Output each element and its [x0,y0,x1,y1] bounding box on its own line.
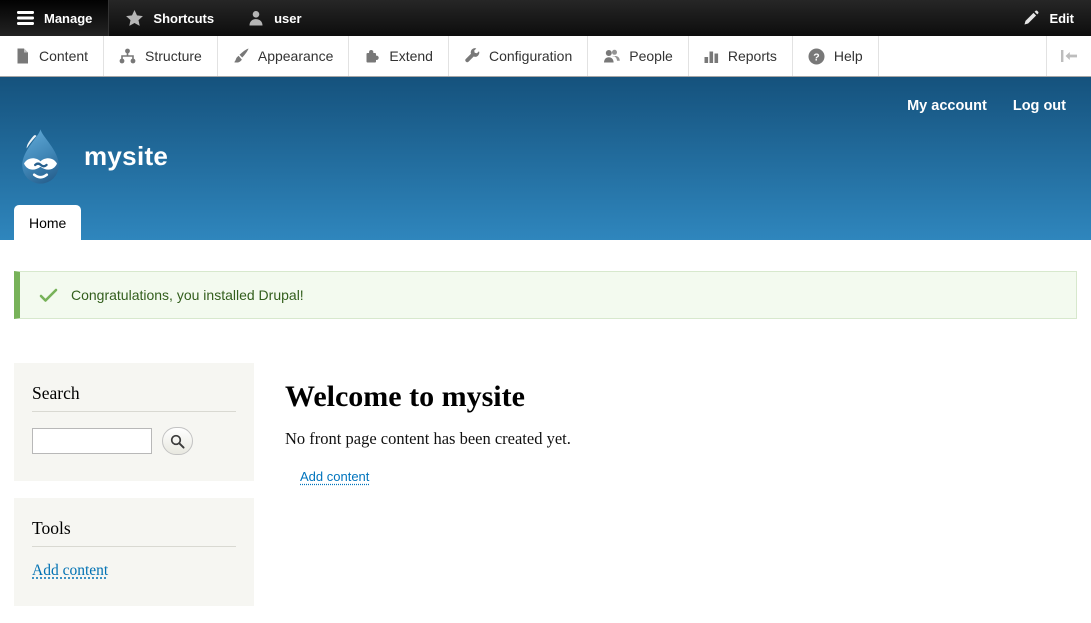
file-icon [15,48,30,64]
hamburger-menu-icon [17,11,34,25]
toolbar-item-label: Content [39,48,88,64]
toolbar-item-structure[interactable]: Structure [104,36,218,76]
toolbar-item-extend[interactable]: Extend [349,36,449,76]
user-tab[interactable]: user [231,0,318,36]
puzzle-icon [364,48,380,64]
search-block-title: Search [32,383,236,412]
toolbar-collapse-button[interactable] [1046,36,1091,76]
search-input[interactable] [32,428,152,454]
tools-add-content-link[interactable]: Add content [32,562,108,580]
toolbar-item-label: Structure [145,48,202,64]
tools-block-title: Tools [32,518,236,547]
search-block: Search [14,363,254,481]
tools-block: Tools Add content [14,498,254,606]
admin-toolbar-tray: Content Structure Appearance Extend Conf… [0,36,1091,77]
admin-toolbar-bar: Manage Shortcuts user Edit [0,0,1091,36]
node-links: Add content [300,468,571,486]
checkmark-icon [39,288,58,303]
my-account-link[interactable]: My account [907,98,987,114]
people-icon [603,48,620,64]
drupal-logo[interactable] [12,128,69,185]
sidebar: Search Tools Add content [14,363,254,623]
main-content: Welcome to mysite No front page content … [285,363,571,486]
edit-button[interactable]: Edit [1006,0,1091,36]
paintbrush-icon [233,48,249,64]
toolbar-item-reports[interactable]: Reports [689,36,793,76]
toolbar-item-configuration[interactable]: Configuration [449,36,588,76]
manage-tab[interactable]: Manage [0,0,109,36]
edit-label: Edit [1049,11,1074,26]
empty-frontpage-text: No front page content has been created y… [285,429,571,449]
wrench-icon [464,48,480,64]
user-label: user [274,11,301,26]
toolbar-spacer [879,36,1046,76]
sitemap-icon [119,48,136,64]
user-icon [248,10,264,26]
log-out-link[interactable]: Log out [1013,98,1066,114]
shortcuts-label: Shortcuts [153,11,214,26]
site-name[interactable]: mysite [84,141,168,172]
site-header: My account Log out mysite Home [0,77,1091,240]
toolbar-item-label: Reports [728,48,777,64]
status-message-text: Congratulations, you installed Drupal! [71,287,304,303]
home-tab[interactable]: Home [14,205,81,240]
toolbar-item-people[interactable]: People [588,36,689,76]
star-icon [126,10,143,26]
search-button[interactable] [162,427,193,455]
toolbar-item-label: Help [834,48,863,64]
content-region: Search Tools Add content Welcome to mysi… [14,363,1077,623]
shortcuts-tab[interactable]: Shortcuts [109,0,231,36]
toolbar-item-label: Configuration [489,48,572,64]
toolbar-item-help[interactable]: ? Help [793,36,879,76]
help-icon: ? [808,48,825,65]
page-title: Welcome to mysite [285,380,571,414]
secondary-menu: My account Log out [907,98,1066,114]
bar-chart-icon [704,48,719,64]
toolbar-item-label: Extend [389,48,433,64]
manage-label: Manage [44,11,92,26]
collapse-arrow-icon [1060,49,1078,63]
svg-text:?: ? [813,51,819,63]
pencil-icon [1023,10,1039,26]
toolbar-item-label: Appearance [258,48,334,64]
toolbar-item-content[interactable]: Content [0,36,104,76]
magnifier-icon [170,434,185,449]
status-message: Congratulations, you installed Drupal! [14,271,1077,319]
toolbar-item-label: People [629,48,673,64]
search-form [32,427,236,455]
add-content-link[interactable]: Add content [300,469,369,484]
toolbar-item-appearance[interactable]: Appearance [218,36,350,76]
list-item: Add content [300,468,571,486]
site-branding: mysite [12,128,168,185]
